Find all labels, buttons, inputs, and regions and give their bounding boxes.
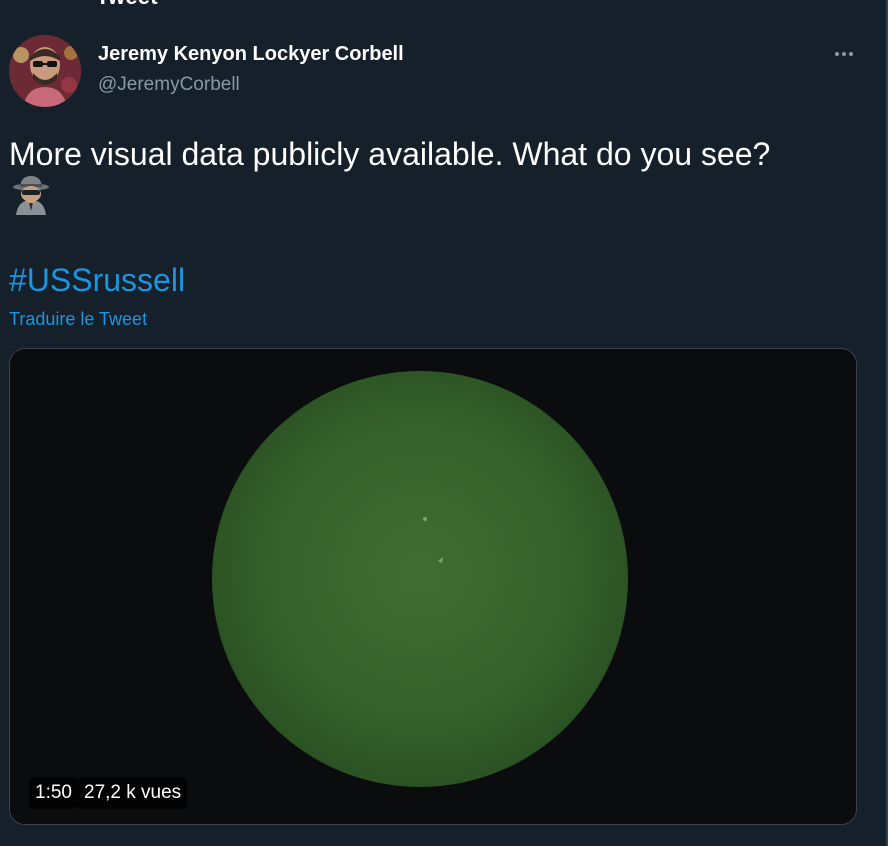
page-title: Tweet: [96, 0, 158, 10]
tweet-text: More visual data publicly available. Wha…: [9, 136, 771, 172]
video-player[interactable]: [9, 348, 857, 825]
tweet-page: Tweet Jeremy Kenyon Lockyer Corbell @Jer…: [0, 0, 888, 846]
avatar[interactable]: [9, 35, 81, 107]
video-views-badge: 27,2 k vues: [78, 777, 188, 809]
author-handle[interactable]: @JeremyCorbell: [98, 74, 240, 96]
translate-tweet-link[interactable]: Traduire le Tweet: [9, 309, 147, 330]
video-duration-badge: 1:50: [29, 777, 78, 809]
more-options-icon[interactable]: [826, 38, 862, 70]
night-vision-frame: [10, 349, 856, 824]
author-name[interactable]: Jeremy Kenyon Lockyer Corbell: [98, 43, 404, 66]
hashtag-link[interactable]: #USSrussell: [9, 262, 185, 299]
light-object: [423, 517, 427, 521]
detective-icon: [12, 175, 50, 215]
